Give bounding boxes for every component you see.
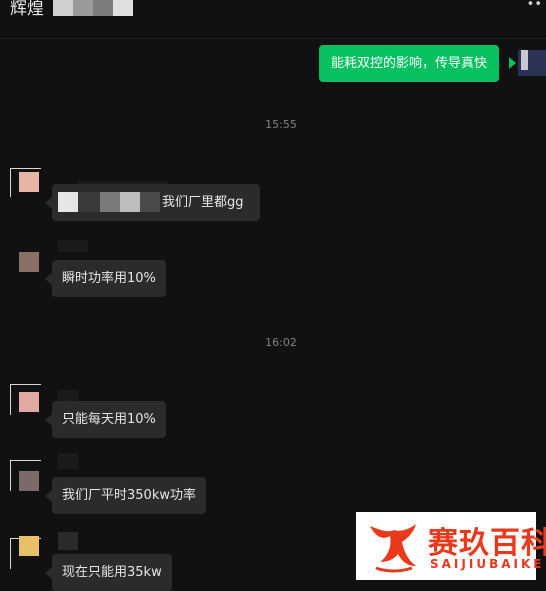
avatar[interactable] — [19, 172, 39, 192]
message-incoming[interactable]: 现在只能用35kw — [52, 554, 172, 591]
bubble-tail — [45, 567, 52, 579]
bubble-tail — [509, 57, 516, 69]
avatar[interactable] — [19, 536, 39, 556]
sender-name — [58, 532, 78, 550]
redacted-text — [58, 192, 160, 212]
whale-tail-icon — [370, 524, 416, 573]
more-icon[interactable]: •• — [527, 0, 542, 12]
message-incoming[interactable]: 我们厂里都gg — [52, 184, 260, 221]
message-incoming[interactable]: 我们厂平时350kw功率 — [52, 477, 206, 514]
chat-header: 辉煌 •• — [0, 0, 546, 39]
watermark-logo: 赛玖百科 SAIJIUBAIKE — [356, 512, 546, 580]
message-outgoing[interactable]: 能耗双控的影响，传导真快 — [319, 45, 500, 82]
bubble-tail — [45, 197, 52, 209]
message-incoming[interactable]: 瞬时功率用10% — [52, 260, 166, 297]
timestamp: 16:02 — [265, 336, 297, 349]
timestamp: 15:55 — [265, 118, 297, 131]
bubble-tail — [45, 273, 52, 285]
bubble-tail — [45, 414, 52, 426]
avatar-self[interactable] — [518, 50, 546, 76]
avatar[interactable] — [19, 252, 39, 272]
sender-name — [58, 240, 88, 252]
message-incoming[interactable]: 只能每天用10% — [52, 401, 166, 438]
avatar[interactable] — [19, 392, 39, 412]
redacted-name — [53, 0, 133, 16]
message-text: 我们厂里都gg — [162, 195, 244, 210]
bubble-tail — [45, 490, 52, 502]
sender-name — [58, 453, 78, 469]
avatar[interactable] — [19, 471, 39, 491]
chat-title: 辉煌 — [10, 0, 44, 19]
watermark-text-en: SAIJIUBAIKE — [430, 557, 545, 571]
watermark-text-cn: 赛玖百科 — [428, 526, 546, 561]
